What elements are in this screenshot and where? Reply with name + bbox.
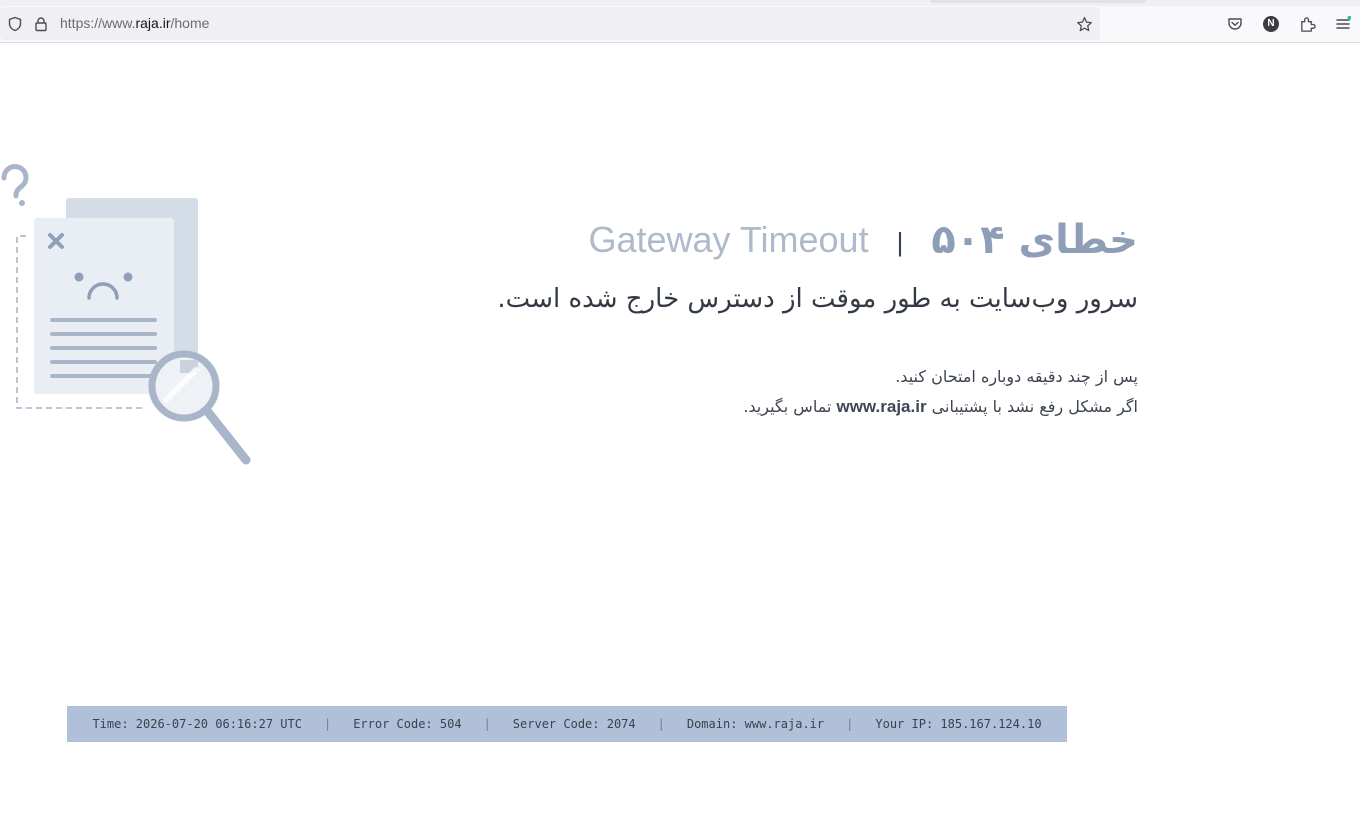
account-avatar-icon[interactable]: N — [1261, 14, 1281, 34]
support-text-before: اگر مشکل رفع نشد با پشتیبانی — [931, 397, 1138, 416]
info-ip: Your IP: 185.167.124.10 — [875, 717, 1042, 731]
info-time: Time: 2026-07-20 06:16:27 UTC — [92, 717, 302, 731]
error-illustration — [0, 160, 260, 480]
active-tab-indicator — [930, 0, 1146, 3]
error-title-persian: خطای ۵۰۴ — [931, 217, 1138, 263]
info-separator: | — [846, 717, 854, 731]
info-server-code: Server Code: 2074 — [512, 717, 636, 731]
browser-toolbar: https://www.raja.ir/home N — [0, 6, 1360, 43]
info-error-code: Error Code: 504 — [353, 717, 462, 731]
support-text-after: تماس بگیرید. — [743, 397, 832, 416]
error-title-english: Gateway Timeout — [588, 219, 869, 260]
support-domain: www.raja.ir — [836, 397, 927, 416]
url-host: raja.ir — [135, 15, 171, 31]
support-instruction: اگر مشکل رفع نشد با پشتیبانی www.raja.ir… — [338, 392, 1138, 422]
menu-icon[interactable] — [1333, 14, 1353, 34]
lock-icon[interactable] — [32, 15, 50, 33]
url-path: /home — [170, 15, 210, 31]
info-separator: | — [657, 717, 665, 731]
info-separator: | — [323, 717, 332, 731]
error-subtitle: سرور وب‌سایت به طور موقت از دسترس خارج ش… — [497, 284, 1138, 314]
pocket-icon[interactable] — [1225, 14, 1245, 34]
title-separator: | — [896, 226, 904, 257]
error-description: پس از چند دقیقه دوباره امتحان کنید. اگر … — [338, 362, 1138, 422]
extensions-icon[interactable] — [1297, 14, 1317, 34]
info-domain: Domain: www.raja.ir — [686, 717, 825, 731]
url-text[interactable]: https://www.raja.ir/home — [60, 7, 209, 40]
url-bar[interactable]: https://www.raja.ir/home — [0, 7, 1100, 40]
url-prefix: https://www. — [60, 15, 136, 31]
account-initial: N — [1267, 18, 1275, 29]
star-icon[interactable] — [1074, 14, 1094, 34]
retry-instruction: پس از چند دقیقه دوباره امتحان کنید. — [895, 367, 1138, 386]
error-info-bar: Time: 2026-07-20 06:16:27 UTC | Error Co… — [67, 706, 1067, 742]
error-title: Gateway Timeout | خطای ۵۰۴ — [588, 210, 1138, 270]
info-separator: | — [483, 717, 491, 731]
shield-icon[interactable] — [6, 15, 24, 33]
